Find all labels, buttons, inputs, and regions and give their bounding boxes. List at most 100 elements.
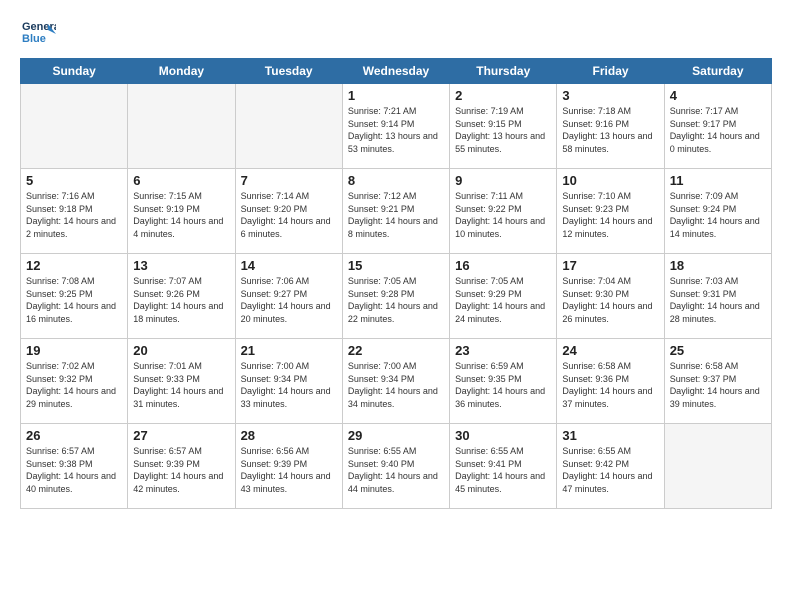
cell-content: Sunrise: 7:00 AMSunset: 9:34 PMDaylight:… [241, 360, 337, 410]
cell-content: Sunrise: 7:19 AMSunset: 9:15 PMDaylight:… [455, 105, 551, 155]
day-number: 6 [133, 173, 229, 188]
calendar-cell: 23 Sunrise: 6:59 AMSunset: 9:35 PMDayligh… [450, 339, 557, 424]
day-number: 12 [26, 258, 122, 273]
day-number: 9 [455, 173, 551, 188]
cell-content: Sunrise: 7:05 AMSunset: 9:28 PMDaylight:… [348, 275, 444, 325]
cell-content: Sunrise: 7:12 AMSunset: 9:21 PMDaylight:… [348, 190, 444, 240]
svg-text:Blue: Blue [22, 33, 46, 45]
cell-content: Sunrise: 6:59 AMSunset: 9:35 PMDaylight:… [455, 360, 551, 410]
calendar-cell: 6Sunrise: 7:15 AMSunset: 9:19 PMDaylight… [128, 169, 235, 254]
calendar-cell: 1 Sunrise: 7:21 AMSunset: 9:14 PMDaylight… [342, 84, 449, 169]
cell-content: Sunrise: 7:21 AMSunset: 9:14 PMDaylight:… [348, 105, 444, 155]
day-number: 21 [241, 343, 337, 358]
day-number: 16 [455, 258, 551, 273]
calendar-cell [235, 84, 342, 169]
day-number: 13 [133, 258, 229, 273]
page-header: General Blue [20, 16, 772, 48]
calendar-cell: 22 Sunrise: 7:00 AMSunset: 9:34 PMDayligh… [342, 339, 449, 424]
calendar-cell: 28 Sunrise: 6:56 AMSunset: 9:39 PMDayligh… [235, 424, 342, 509]
calendar-cell: 29 Sunrise: 6:55 AMSunset: 9:40 PMDayligh… [342, 424, 449, 509]
cell-content: Sunrise: 7:14 AMSunset: 9:20 PMDaylight:… [241, 190, 337, 240]
calendar-week-row: 26 Sunrise: 6:57 AMSunset: 9:38 PMDayligh… [21, 424, 772, 509]
weekday-header: Wednesday [342, 59, 449, 84]
cell-content: Sunrise: 6:58 AMSunset: 9:36 PMDaylight:… [562, 360, 658, 410]
calendar-cell: 3Sunrise: 7:18 AMSunset: 9:16 PMDaylight… [557, 84, 664, 169]
day-number: 22 [348, 343, 444, 358]
cell-content: Sunrise: 6:57 AMSunset: 9:39 PMDaylight:… [133, 445, 229, 495]
calendar-cell: 30 Sunrise: 6:55 AMSunset: 9:41 PMDayligh… [450, 424, 557, 509]
calendar-cell [664, 424, 771, 509]
day-number: 17 [562, 258, 658, 273]
cell-content: Sunrise: 7:03 AMSunset: 9:31 PMDaylight:… [670, 275, 766, 325]
day-number: 23 [455, 343, 551, 358]
day-number: 5 [26, 173, 122, 188]
calendar-cell: 14 Sunrise: 7:06 AMSunset: 9:27 PMDayligh… [235, 254, 342, 339]
day-number: 30 [455, 428, 551, 443]
cell-content: Sunrise: 6:55 AMSunset: 9:42 PMDaylight:… [562, 445, 658, 495]
calendar-cell: 12 Sunrise: 7:08 AMSunset: 9:25 PMDayligh… [21, 254, 128, 339]
cell-content: Sunrise: 6:58 AMSunset: 9:37 PMDaylight:… [670, 360, 766, 410]
calendar-cell: 5 Sunrise: 7:16 AMSunset: 9:18 PMDaylight… [21, 169, 128, 254]
weekday-header: Thursday [450, 59, 557, 84]
day-number: 28 [241, 428, 337, 443]
calendar-cell: 13 Sunrise: 7:07 AMSunset: 9:26 PMDayligh… [128, 254, 235, 339]
cell-content: Sunrise: 7:11 AMSunset: 9:22 PMDaylight:… [455, 190, 551, 240]
day-number: 20 [133, 343, 229, 358]
cell-content: Sunrise: 7:04 AMSunset: 9:30 PMDaylight:… [562, 275, 658, 325]
calendar-cell: 2Sunrise: 7:19 AMSunset: 9:15 PMDaylight… [450, 84, 557, 169]
calendar-cell: 9 Sunrise: 7:11 AMSunset: 9:22 PMDaylight… [450, 169, 557, 254]
cell-content: Sunrise: 6:56 AMSunset: 9:39 PMDaylight:… [241, 445, 337, 495]
weekday-header: Friday [557, 59, 664, 84]
calendar-cell: 27 Sunrise: 6:57 AMSunset: 9:39 PMDayligh… [128, 424, 235, 509]
cell-content: Sunrise: 7:01 AMSunset: 9:33 PMDaylight:… [133, 360, 229, 410]
day-number: 10 [562, 173, 658, 188]
day-number: 3 [562, 88, 658, 103]
weekday-header: Sunday [21, 59, 128, 84]
cell-content: Sunrise: 7:10 AMSunset: 9:23 PMDaylight:… [562, 190, 658, 240]
cell-content: Sunrise: 7:02 AMSunset: 9:32 PMDaylight:… [26, 360, 122, 410]
calendar-cell: 10 Sunrise: 7:10 AMSunset: 9:23 PMDayligh… [557, 169, 664, 254]
calendar-cell: 17 Sunrise: 7:04 AMSunset: 9:30 PMDayligh… [557, 254, 664, 339]
calendar-cell: 26 Sunrise: 6:57 AMSunset: 9:38 PMDayligh… [21, 424, 128, 509]
day-number: 26 [26, 428, 122, 443]
cell-content: Sunrise: 7:06 AMSunset: 9:27 PMDaylight:… [241, 275, 337, 325]
cell-content: Sunrise: 7:07 AMSunset: 9:26 PMDaylight:… [133, 275, 229, 325]
weekday-header: Tuesday [235, 59, 342, 84]
day-number: 31 [562, 428, 658, 443]
day-number: 29 [348, 428, 444, 443]
day-number: 18 [670, 258, 766, 273]
cell-content: Sunrise: 6:55 AMSunset: 9:41 PMDaylight:… [455, 445, 551, 495]
calendar-cell: 11Sunrise: 7:09 AMSunset: 9:24 PMDayligh… [664, 169, 771, 254]
cell-content: Sunrise: 6:55 AMSunset: 9:40 PMDaylight:… [348, 445, 444, 495]
calendar-cell: 15Sunrise: 7:05 AMSunset: 9:28 PMDayligh… [342, 254, 449, 339]
calendar-cell: 31 Sunrise: 6:55 AMSunset: 9:42 PMDayligh… [557, 424, 664, 509]
calendar-cell: 24 Sunrise: 6:58 AMSunset: 9:36 PMDayligh… [557, 339, 664, 424]
cell-content: Sunrise: 7:00 AMSunset: 9:34 PMDaylight:… [348, 360, 444, 410]
day-number: 11 [670, 173, 766, 188]
calendar-week-row: 5 Sunrise: 7:16 AMSunset: 9:18 PMDaylight… [21, 169, 772, 254]
weekday-header: Saturday [664, 59, 771, 84]
calendar-week-row: 12 Sunrise: 7:08 AMSunset: 9:25 PMDayligh… [21, 254, 772, 339]
calendar-cell: 20 Sunrise: 7:01 AMSunset: 9:33 PMDayligh… [128, 339, 235, 424]
day-number: 7 [241, 173, 337, 188]
cell-content: Sunrise: 7:16 AMSunset: 9:18 PMDaylight:… [26, 190, 122, 240]
day-number: 14 [241, 258, 337, 273]
day-number: 1 [348, 88, 444, 103]
calendar-cell: 4 Sunrise: 7:17 AMSunset: 9:17 PMDaylight… [664, 84, 771, 169]
calendar-cell: 19Sunrise: 7:02 AMSunset: 9:32 PMDayligh… [21, 339, 128, 424]
calendar-cell [21, 84, 128, 169]
day-number: 4 [670, 88, 766, 103]
calendar-cell: 18 Sunrise: 7:03 AMSunset: 9:31 PMDayligh… [664, 254, 771, 339]
calendar-cell: 21 Sunrise: 7:00 AMSunset: 9:34 PMDayligh… [235, 339, 342, 424]
day-number: 25 [670, 343, 766, 358]
calendar-cell: 25 Sunrise: 6:58 AMSunset: 9:37 PMDayligh… [664, 339, 771, 424]
calendar-week-row: 19Sunrise: 7:02 AMSunset: 9:32 PMDayligh… [21, 339, 772, 424]
cell-content: Sunrise: 7:08 AMSunset: 9:25 PMDaylight:… [26, 275, 122, 325]
cell-content: Sunrise: 7:05 AMSunset: 9:29 PMDaylight:… [455, 275, 551, 325]
day-number: 24 [562, 343, 658, 358]
cell-content: Sunrise: 6:57 AMSunset: 9:38 PMDaylight:… [26, 445, 122, 495]
weekday-header: Monday [128, 59, 235, 84]
day-number: 27 [133, 428, 229, 443]
calendar-cell: 16 Sunrise: 7:05 AMSunset: 9:29 PMDayligh… [450, 254, 557, 339]
cell-content: Sunrise: 7:17 AMSunset: 9:17 PMDaylight:… [670, 105, 766, 155]
